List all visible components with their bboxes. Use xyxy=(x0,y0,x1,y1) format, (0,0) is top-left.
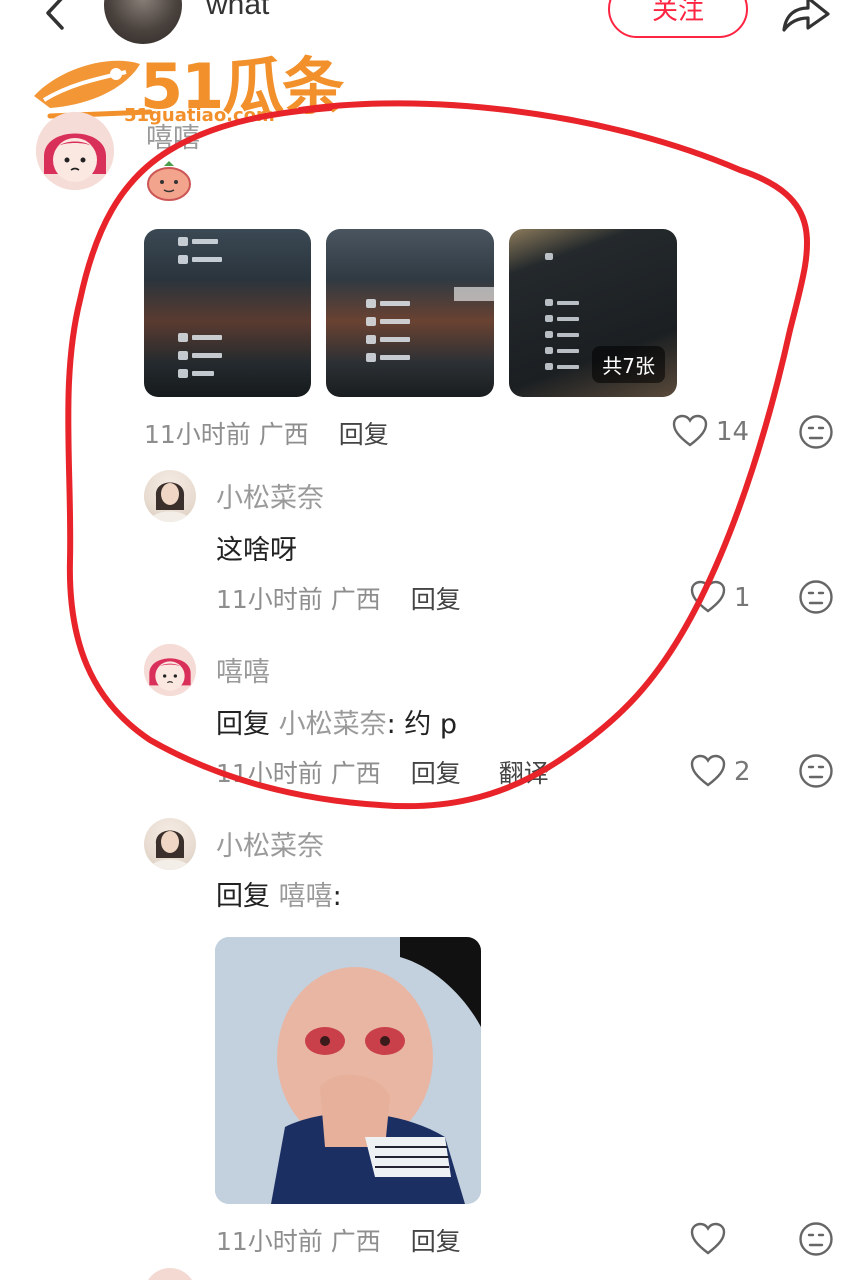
emoji-face-icon[interactable] xyxy=(798,753,834,789)
avatar-portrait-icon xyxy=(148,482,192,522)
screen-photo-icon xyxy=(178,237,222,378)
reply-button[interactable]: 回复 xyxy=(339,420,389,449)
avatar[interactable] xyxy=(144,644,196,696)
badge-emoji-icon xyxy=(147,161,191,201)
reply-prefix: 回复 xyxy=(216,881,270,912)
image-count-badge: 共7张 xyxy=(592,346,665,383)
reply-username[interactable]: 小松菜奈 xyxy=(216,824,324,863)
avatar-girl-icon xyxy=(144,644,196,696)
reply-prefix: 回复 xyxy=(216,709,270,740)
avatar-girl-icon xyxy=(36,112,114,190)
reply-time: 11小时前 xyxy=(216,759,323,788)
reply-meta: 11小时前 广西 回复 xyxy=(216,580,461,616)
reply-text: 回复 小松菜奈: 约 p xyxy=(216,702,457,741)
reply-location: 广西 xyxy=(330,585,381,614)
like-count: 2 xyxy=(734,757,751,787)
comment-time: 11小时前 xyxy=(144,420,251,449)
heart-icon[interactable] xyxy=(690,754,726,788)
avatar[interactable] xyxy=(36,112,114,190)
comment-image-2[interactable] xyxy=(326,229,494,397)
heart-icon[interactable] xyxy=(690,1222,726,1256)
reply-location: 广西 xyxy=(330,1227,381,1256)
reply-content: : xyxy=(332,881,342,912)
reply-to-user[interactable]: 小松菜奈 xyxy=(279,709,387,740)
like-count: 1 xyxy=(734,583,751,613)
author-name[interactable]: what xyxy=(206,0,269,22)
emoji-face-icon[interactable] xyxy=(798,414,834,450)
translate-button[interactable]: 翻译 xyxy=(499,759,549,788)
emoji-face-icon[interactable] xyxy=(798,579,834,615)
avatar[interactable] xyxy=(144,470,196,522)
reply-time: 11小时前 xyxy=(216,585,323,614)
avatar[interactable] xyxy=(144,818,196,870)
like-count: 14 xyxy=(716,417,750,447)
comment-meta: 11小时前 广西 回复 xyxy=(144,415,389,451)
reply-username[interactable]: 小松菜奈 xyxy=(216,476,324,515)
reply-text: 这啥呀 xyxy=(216,535,297,566)
heart-icon[interactable] xyxy=(690,580,726,614)
emoji-face-icon[interactable] xyxy=(798,1221,834,1257)
back-arrow-icon[interactable] xyxy=(38,0,72,30)
reply-to-user[interactable]: 嘻嘻 xyxy=(279,881,333,912)
reply-button[interactable]: 回复 xyxy=(411,585,461,614)
reply-button[interactable]: 回复 xyxy=(411,759,461,788)
follow-button[interactable]: 关注 xyxy=(608,0,748,38)
reply-image[interactable] xyxy=(215,937,481,1204)
heart-icon[interactable] xyxy=(672,414,708,448)
avatar[interactable] xyxy=(144,1268,196,1280)
reply-text: 回复 嘻嘻: xyxy=(216,874,342,913)
screen-photo-icon xyxy=(366,287,494,362)
comment-image-1[interactable] xyxy=(144,229,311,397)
reply-meta: 11小时前 广西 回复 翻译 xyxy=(216,754,549,790)
reply-content: : 约 p xyxy=(386,709,457,740)
avatar-portrait-icon xyxy=(148,830,192,870)
reply-username[interactable]: 嘻嘻 xyxy=(216,650,270,689)
share-icon[interactable] xyxy=(776,0,832,34)
comment-image-3[interactable]: 共7张 xyxy=(509,229,677,397)
comment-location: 广西 xyxy=(258,420,309,449)
meme-photo-icon xyxy=(215,937,481,1204)
reply-location: 广西 xyxy=(330,759,381,788)
reply-button[interactable]: 回复 xyxy=(411,1227,461,1256)
reply-time: 11小时前 xyxy=(216,1227,323,1256)
reply-meta: 11小时前 广西 回复 xyxy=(216,1222,461,1258)
comment-username[interactable]: 嘻嘻 xyxy=(146,116,200,155)
